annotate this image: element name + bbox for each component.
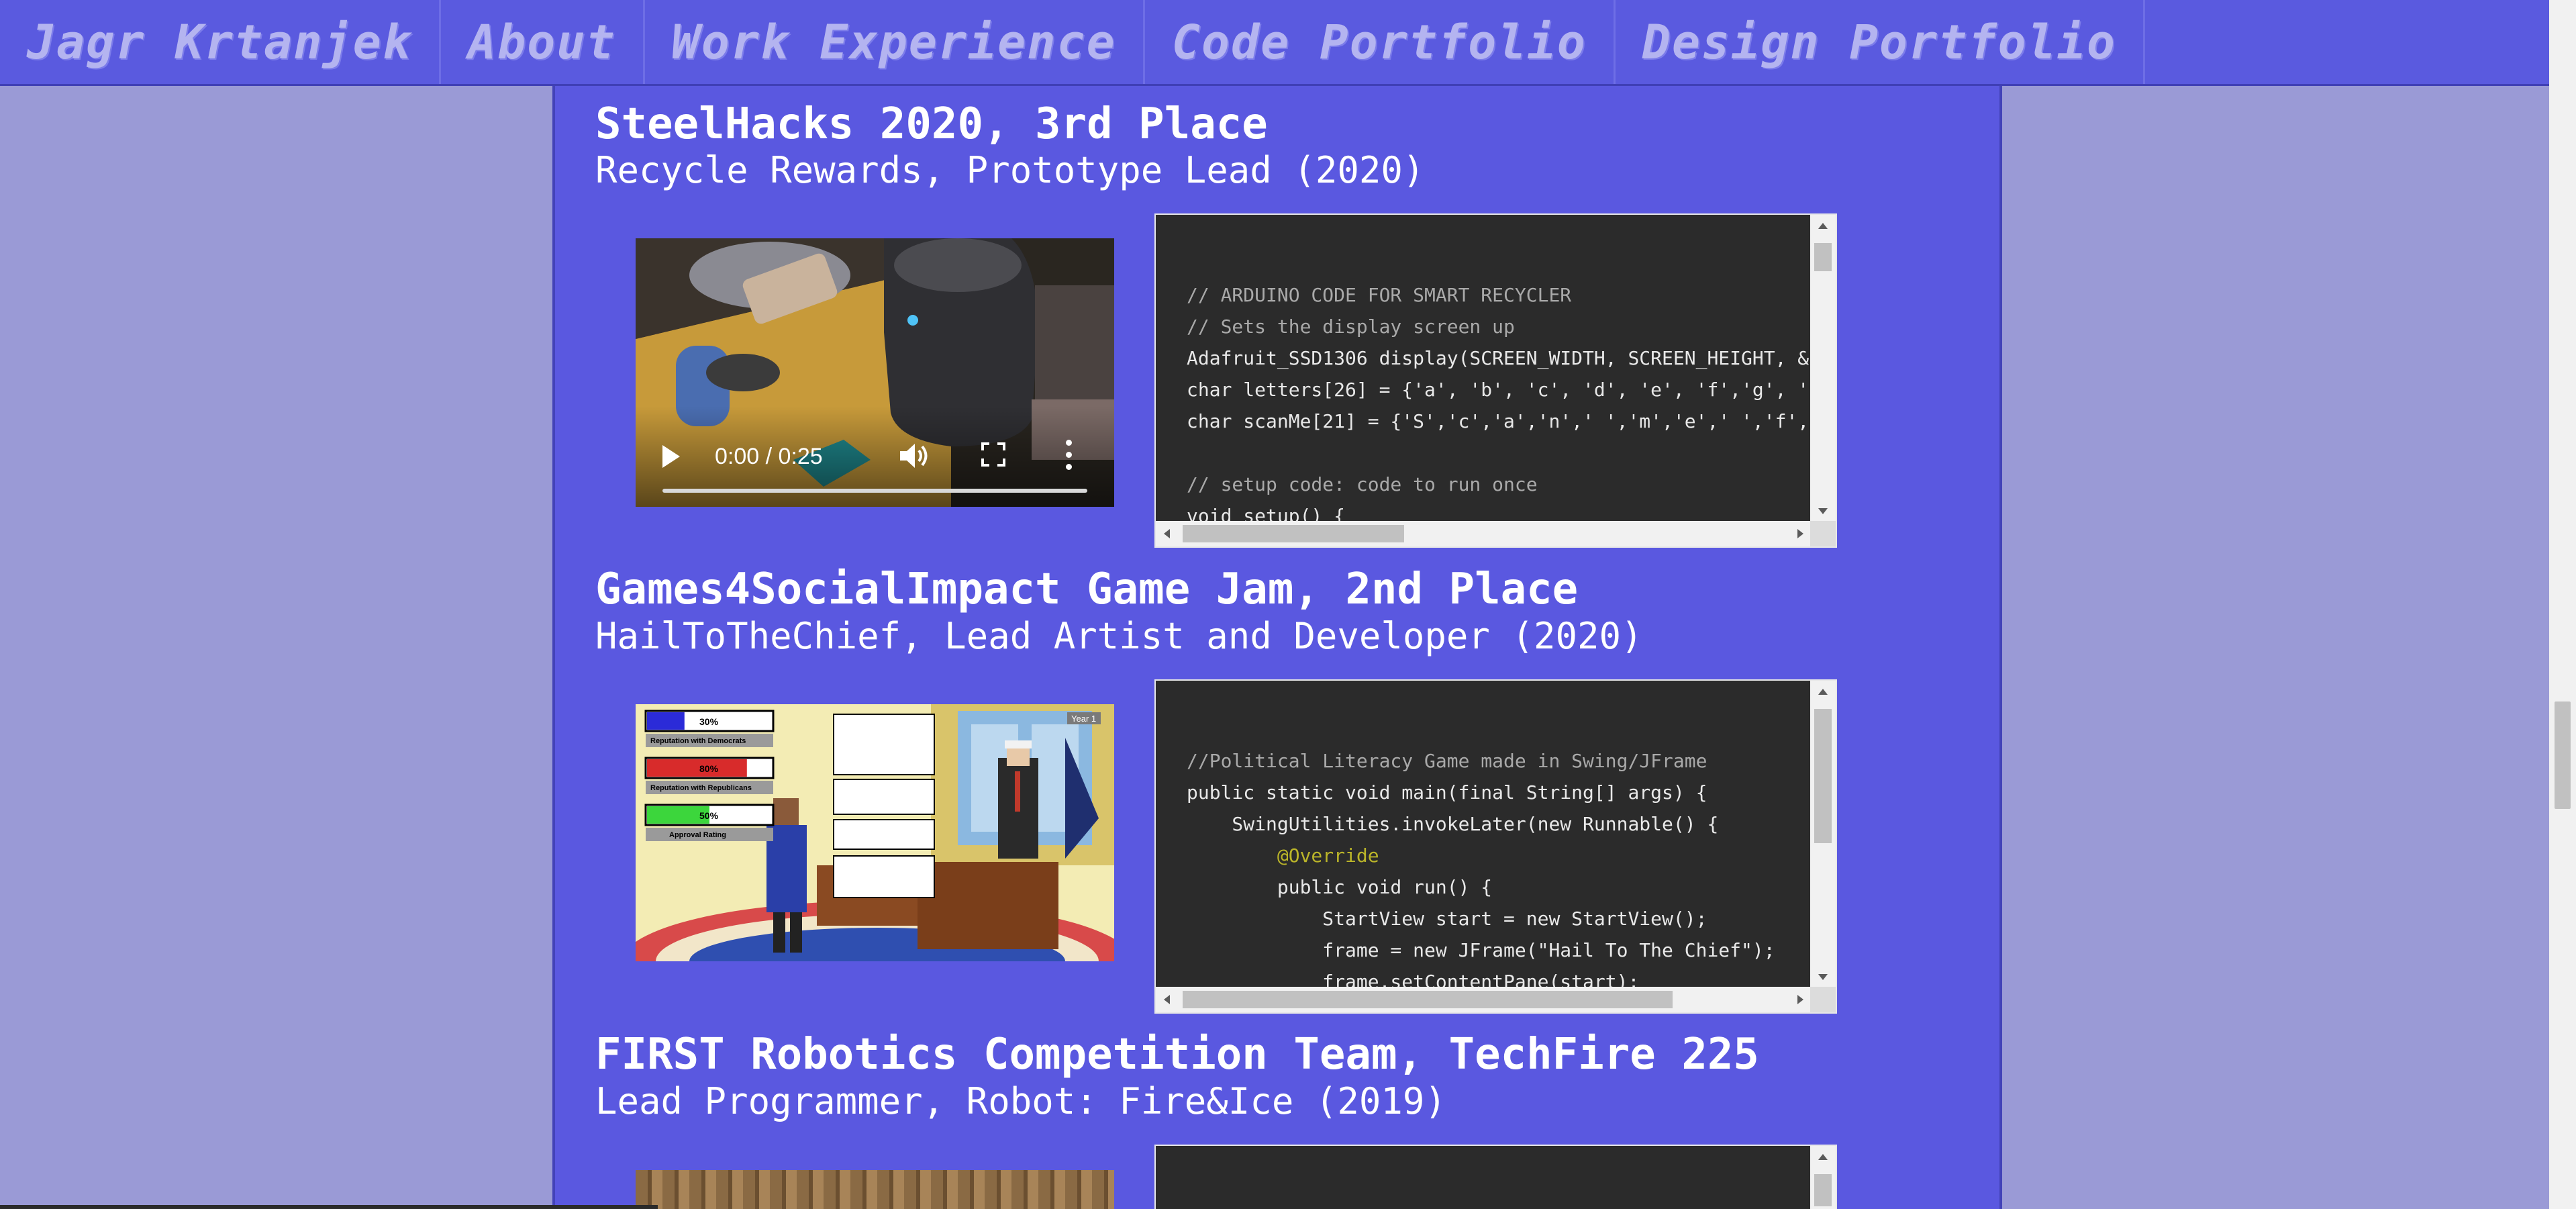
entry-subtitle: Recycle Rewards, Prototype Lead (2020)	[595, 149, 1425, 191]
horizontal-scrollbar[interactable]	[1156, 521, 1812, 546]
bar-label: Approval Rating	[669, 831, 726, 839]
code-snippet: //Political Literacy Game made in Swing/…	[1187, 745, 1809, 987]
code-line: StartView start = new StartView();	[1187, 908, 1707, 930]
scrollbar-corner	[1810, 521, 1836, 546]
nav-work-experience-link[interactable]: Work Experience	[645, 0, 1145, 84]
fullscreen-icon[interactable]	[981, 442, 1005, 467]
vertical-scrollbar[interactable]	[1810, 681, 1836, 988]
code-snippet-panel[interactable]	[1154, 1145, 1837, 1209]
code-line: public static void main(final String[] a…	[1187, 781, 1707, 804]
scrollbar-thumb[interactable]	[1814, 243, 1832, 271]
entry-title: Games4SocialImpact Game Jam, 2nd Place	[595, 565, 1579, 614]
content-column: SteelHacks 2020, 3rd Place Recycle Rewar…	[552, 85, 2002, 1209]
more-options-icon[interactable]	[1065, 440, 1072, 471]
code-line: // ARDUINO CODE FOR SMART RECYCLER	[1187, 284, 1572, 306]
bar-percent: 80%	[699, 763, 719, 774]
scroll-up-arrow-icon[interactable]	[1818, 689, 1828, 695]
scroll-up-arrow-icon[interactable]	[1818, 1154, 1828, 1160]
scroll-right-arrow-icon[interactable]	[1797, 529, 1803, 538]
entry-title: FIRST Robotics Competition Team, TechFir…	[595, 1030, 1759, 1079]
scroll-down-arrow-icon[interactable]	[1818, 508, 1828, 514]
reputation-republicans-bar	[647, 759, 747, 777]
top-navbar: Jagr Krtanjek About Work Experience Code…	[0, 0, 2549, 86]
code-line: // Sets the display screen up	[1187, 316, 1515, 338]
code-line: char letters[26] = {'a', 'b', 'c', 'd', …	[1187, 379, 1809, 401]
code-line: Adafruit_SSD1306 display(SCREEN_WIDTH, S…	[1187, 347, 1809, 369]
bar-label: Reputation with Republicans	[650, 784, 752, 792]
bar-percent: 30%	[699, 716, 719, 727]
scrollbar-corner	[1810, 987, 1836, 1012]
scroll-up-arrow-icon[interactable]	[1818, 223, 1828, 229]
scroll-left-arrow-icon[interactable]	[1164, 529, 1170, 538]
reputation-democrats-bar	[647, 712, 685, 730]
code-line: // setup code: code to run once	[1187, 473, 1538, 495]
code-line: @Override	[1187, 844, 1379, 867]
game-scene: Year 1 30% Reputation with Democrats 80%…	[636, 704, 1114, 961]
vertical-scrollbar[interactable]	[1810, 1146, 1836, 1209]
entry-subtitle: HailToTheChief, Lead Artist and Develope…	[595, 615, 1643, 657]
scrollbar-thumb[interactable]	[1814, 709, 1832, 843]
play-icon[interactable]	[662, 445, 680, 468]
volume-icon[interactable]	[897, 441, 931, 471]
code-line: frame = new JFrame("Hail To The Chief");	[1187, 939, 1775, 961]
nav-home-link[interactable]: Jagr Krtanjek	[0, 0, 441, 84]
robotics-photo	[636, 1170, 1114, 1209]
nav-code-portfolio-link[interactable]: Code Portfolio	[1145, 0, 1616, 84]
scroll-left-arrow-icon[interactable]	[1164, 995, 1170, 1004]
code-line: char scanMe[21] = {'S','c','a','n',' ','…	[1187, 410, 1809, 432]
scrollbar-thumb[interactable]	[1183, 525, 1404, 542]
page-scrollbar-thumb[interactable]	[2555, 702, 2571, 809]
nav-design-portfolio-link[interactable]: Design Portfolio	[1616, 0, 2146, 84]
code-line: public void run() {	[1187, 876, 1493, 898]
year-label: Year 1	[1071, 714, 1096, 724]
video-controls: 0:00 / 0:25	[636, 406, 1114, 507]
code-line: void setup() {	[1187, 505, 1346, 521]
bottom-strip	[0, 1205, 658, 1209]
code-snippet-panel[interactable]: // ARDUINO CODE FOR SMART RECYCLER // Se…	[1154, 213, 1837, 548]
code-line: frame.setContentPane(start);	[1187, 971, 1640, 987]
bar-percent: 50%	[699, 810, 719, 821]
entry-title: SteelHacks 2020, 3rd Place	[595, 99, 1268, 149]
scrollbar-thumb[interactable]	[1183, 991, 1673, 1008]
video-time: 0:00 / 0:25	[715, 444, 823, 469]
game-screenshot: Year 1 30% Reputation with Democrats 80%…	[636, 704, 1114, 961]
page-scrollbar[interactable]	[2549, 0, 2576, 1209]
code-line: SwingUtilities.invokeLater(new Runnable(…	[1187, 813, 1719, 835]
code-line: //Political Literacy Game made in Swing/…	[1187, 750, 1707, 772]
scroll-right-arrow-icon[interactable]	[1797, 995, 1803, 1004]
scroll-down-arrow-icon[interactable]	[1818, 974, 1828, 980]
nav-about-link[interactable]: About	[441, 0, 645, 84]
horizontal-scrollbar[interactable]	[1156, 987, 1812, 1012]
code-snippet-panel[interactable]: //Political Literacy Game made in Swing/…	[1154, 679, 1837, 1014]
entry-subtitle: Lead Programmer, Robot: Fire&Ice (2019)	[595, 1080, 1446, 1122]
scrollbar-thumb[interactable]	[1814, 1174, 1832, 1206]
project-video[interactable]: 0:00 / 0:25	[636, 238, 1114, 507]
vertical-scrollbar[interactable]	[1810, 215, 1836, 522]
code-snippet: // ARDUINO CODE FOR SMART RECYCLER // Se…	[1187, 279, 1809, 521]
video-progress-bar[interactable]	[662, 489, 1087, 493]
bar-label: Reputation with Democrats	[650, 737, 746, 745]
